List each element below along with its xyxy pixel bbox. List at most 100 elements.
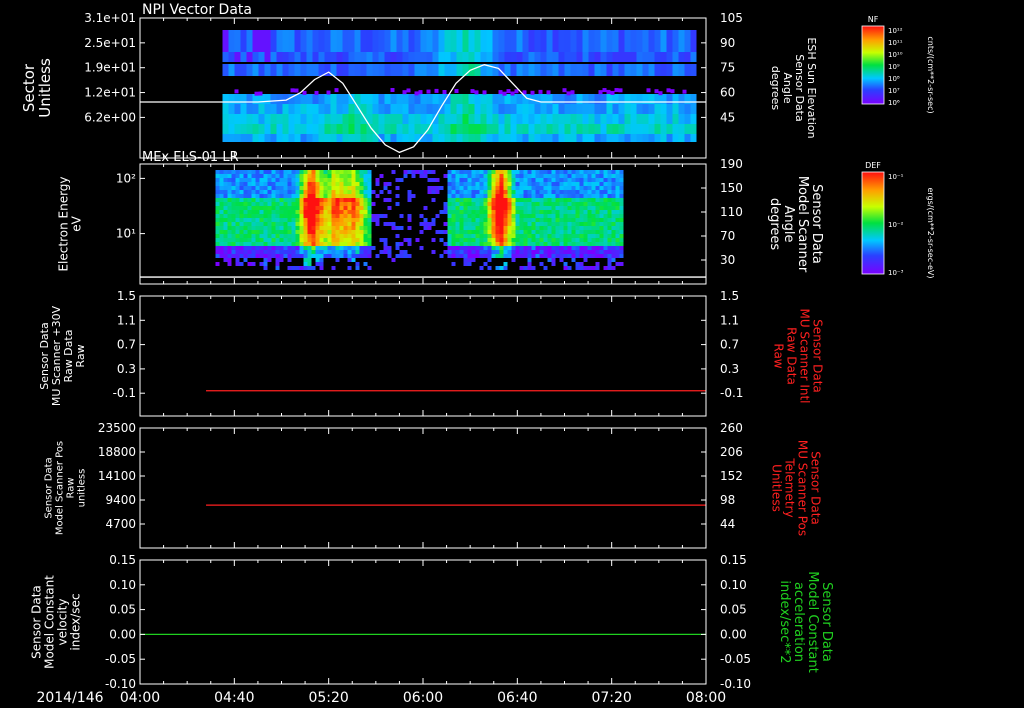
heat-cell	[251, 226, 256, 230]
heat-cell	[522, 104, 529, 114]
heat-cell	[450, 94, 457, 104]
heat-cell	[511, 254, 516, 258]
heat-cell	[559, 170, 564, 174]
heat-cell	[335, 170, 340, 174]
heat-cell	[559, 242, 564, 246]
heat-cell	[387, 246, 392, 250]
heat-cell	[479, 170, 484, 174]
heat-cell	[323, 222, 328, 226]
heat-cell	[576, 134, 583, 142]
heat-cell	[531, 178, 536, 182]
right-y-axis-label: Unitless	[770, 464, 784, 512]
heat-cell	[515, 206, 520, 210]
heat-cell	[567, 190, 572, 194]
heat-cell	[363, 202, 368, 206]
heat-cell	[288, 104, 295, 114]
heat-cell	[263, 234, 268, 238]
heat-cell	[462, 94, 469, 104]
heat-cell	[615, 174, 620, 178]
heat-cell	[307, 234, 312, 238]
heat-cell	[459, 190, 464, 194]
heat-cell	[227, 202, 232, 206]
heat-cell	[367, 226, 372, 230]
heat-cell	[503, 266, 508, 270]
heat-cell	[575, 246, 580, 250]
heat-cell	[231, 238, 236, 242]
heat-cell	[606, 52, 613, 62]
heat-cell	[455, 218, 460, 222]
heat-cell	[607, 242, 612, 246]
heat-cell	[271, 182, 276, 186]
heat-cell	[223, 210, 228, 214]
heat-cell	[291, 230, 296, 234]
heat-cell	[475, 182, 480, 186]
heat-cell	[323, 214, 328, 218]
heat-cell	[259, 226, 264, 230]
heat-cell	[599, 170, 604, 174]
heat-cell	[275, 242, 280, 246]
heat-cell	[515, 226, 520, 230]
heat-cell	[475, 214, 480, 218]
right-y-axis-label: acceleration	[791, 582, 806, 662]
heat-cell	[307, 262, 312, 266]
heat-cell	[227, 186, 232, 190]
heat-cell	[531, 250, 536, 254]
heat-cell	[215, 234, 220, 238]
heat-cell	[487, 206, 492, 210]
colorbar-tick-label: 10⁸	[888, 75, 900, 83]
heat-cell	[463, 190, 468, 194]
heat-cell	[414, 64, 421, 76]
heat-cell	[247, 242, 252, 246]
heat-cell	[275, 226, 280, 230]
heat-cell	[402, 30, 409, 52]
heat-cell	[303, 170, 308, 174]
heat-cell	[595, 230, 600, 234]
heat-cell	[583, 218, 588, 222]
heat-cell	[363, 218, 368, 222]
heat-cell	[247, 194, 252, 198]
heat-cell	[582, 134, 589, 142]
heat-cell	[367, 174, 372, 178]
heat-cell	[591, 198, 596, 202]
heat-cell	[235, 218, 240, 222]
heat-cell	[571, 170, 576, 174]
heat-cell	[271, 206, 276, 210]
heat-cell	[275, 186, 280, 190]
heat-cell	[531, 226, 536, 230]
heat-cell	[591, 266, 596, 270]
heat-cell	[575, 262, 580, 266]
heat-cell	[487, 238, 492, 242]
heat-cell	[519, 182, 524, 186]
heat-cell	[243, 198, 248, 202]
heat-cell	[287, 170, 292, 174]
heat-cell	[475, 198, 480, 202]
heat-cell	[479, 222, 484, 226]
heat-cell	[559, 202, 564, 206]
right-y-axis-label: Raw	[772, 343, 786, 368]
heat-cell	[300, 52, 307, 62]
heat-cell	[288, 64, 295, 76]
heat-cell	[558, 104, 565, 114]
heat-cell	[299, 210, 304, 214]
heat-cell	[511, 238, 516, 242]
heat-cell	[223, 226, 228, 230]
heat-cell	[371, 246, 376, 250]
heat-cell	[367, 198, 372, 202]
heat-cell	[231, 178, 236, 182]
heat-cell	[343, 222, 348, 226]
heat-cell	[615, 254, 620, 258]
heat-cell	[615, 202, 620, 206]
heat-cell	[307, 202, 312, 206]
heat-cell	[459, 182, 464, 186]
heat-cell	[479, 254, 484, 258]
heat-cell	[527, 178, 532, 182]
heat-cell	[347, 170, 352, 174]
heat-cell	[348, 114, 355, 124]
heat-cell	[624, 64, 631, 76]
heat-cell	[283, 186, 288, 190]
heat-cell	[408, 94, 415, 104]
time-tick-label: 06:40	[497, 690, 537, 706]
y-tick-label: -0.05	[105, 652, 136, 666]
heat-cell	[319, 254, 324, 258]
heat-cell	[483, 178, 488, 182]
